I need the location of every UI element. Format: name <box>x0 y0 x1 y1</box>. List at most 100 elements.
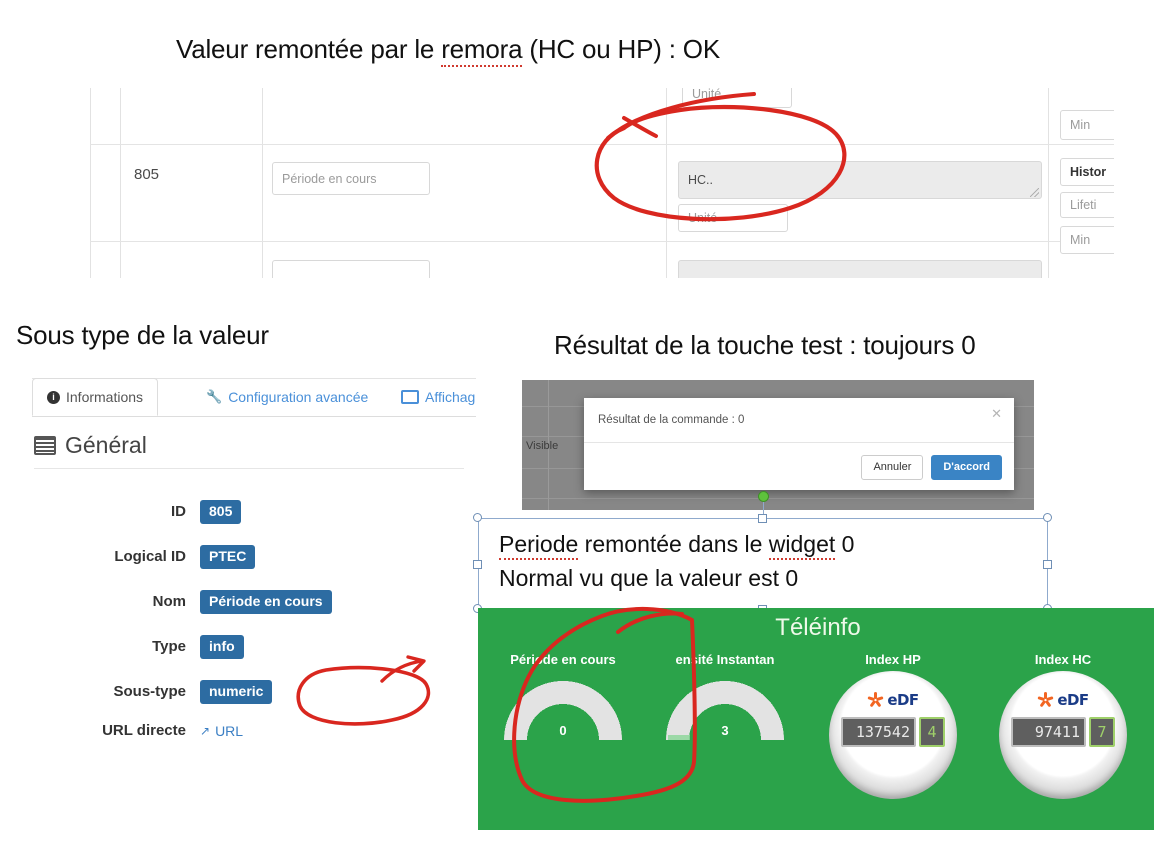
field-value-logical-id: PTEC <box>200 545 256 569</box>
edf-logo-hc: eDF <box>999 691 1127 709</box>
textbox-line-1-after: 0 <box>835 531 855 557</box>
edf-logo-hp: eDF <box>829 691 957 709</box>
tab-configuration-avancee-label: Configuration avancée <box>228 389 369 405</box>
unit-input[interactable]: Unité <box>678 204 788 232</box>
title-spellcheck-word: remora <box>441 34 523 67</box>
visible-label: Visible <box>526 440 559 452</box>
modal-bg-row-line-4 <box>522 498 1034 499</box>
jeedom-commands-table-screenshot: Unité Min 805 Période en cours HC.. Unit… <box>90 88 1114 278</box>
min-button[interactable]: Min <box>1060 226 1114 254</box>
teleinfo-column-intensite: ensité Instantan 3 <box>650 652 800 740</box>
table-column-divider-2 <box>262 88 263 278</box>
teleinfo-column-periode: Période en cours 0 <box>488 652 638 740</box>
teleinfo-label-index-hc: Index HC <box>1034 652 1092 667</box>
next-row-value-textarea[interactable] <box>678 260 1042 278</box>
gauge-periode-value: 0 <box>559 723 567 738</box>
field-value-sous-type: numeric <box>200 680 273 704</box>
field-value-id: 805 <box>200 500 242 524</box>
url-directe-link-label: URL <box>215 722 244 739</box>
field-label-type: Type <box>152 638 186 656</box>
lcd-display-hp: 137542 4 <box>841 717 945 747</box>
table-border-left <box>90 88 91 278</box>
modal-dialog: Résultat de la commande : 0 ✕ Annuler D'… <box>584 398 1014 490</box>
tab-affichage[interactable]: Affichag <box>387 378 476 416</box>
resize-handle-top-left[interactable] <box>473 513 482 522</box>
command-value-text: HC.. <box>688 173 713 187</box>
field-value-nom: Période en cours <box>200 590 332 614</box>
gauge-intensite-value: 3 <box>721 723 729 738</box>
modal-header: Résultat de la commande : 0 ✕ <box>584 398 1014 443</box>
table-row-divider-1 <box>90 144 1114 145</box>
tab-affichage-label: Affichag <box>425 389 476 405</box>
teleinfo-label-periode: Période en cours <box>510 652 616 667</box>
field-row-type: Type info <box>76 635 244 659</box>
wrench-icon: 🔧 <box>206 389 223 404</box>
field-label-id: ID <box>171 503 186 521</box>
table-column-divider-4 <box>1048 88 1049 278</box>
section-divider <box>34 468 464 469</box>
jeedom-info-panel-screenshot: i Informations 🔧 Configuration avancée A… <box>14 370 476 770</box>
meter-index-hp: eDF 137542 4 <box>829 671 957 799</box>
textarea-resize-handle-icon[interactable] <box>1030 188 1039 197</box>
cancel-button[interactable]: Annuler <box>861 454 924 480</box>
tab-informations[interactable]: i Informations <box>32 378 159 416</box>
command-id-cell: 805 <box>134 166 160 183</box>
resize-handle-top-right[interactable] <box>1043 513 1052 522</box>
modal-footer: Annuler D'accord <box>584 443 1014 491</box>
annotation-textbox[interactable]: Periode remontée dans le widget 0 Normal… <box>478 518 1048 611</box>
section-general-title: Général <box>34 432 147 459</box>
resize-handle-middle-left[interactable] <box>473 560 482 569</box>
command-name-input[interactable]: Période en cours <box>272 162 430 195</box>
external-link-icon: ↗ <box>200 723 211 738</box>
close-icon[interactable]: ✕ <box>991 406 1002 422</box>
historique-button[interactable]: Histor <box>1060 158 1114 186</box>
rotation-handle[interactable] <box>758 491 769 502</box>
teleinfo-label-intensite: ensité Instantan <box>675 652 775 667</box>
edf-wordmark-hp: eDF <box>887 691 919 709</box>
gauge-periode-en-cours: 0 <box>504 680 622 740</box>
lcd-digits-hc: 97411 <box>1011 717 1086 747</box>
slide-canvas: Valeur remontée par le remora (HC ou HP)… <box>0 0 1154 868</box>
teleinfo-widget-screenshot: Téléinfo Période en cours 0 ensité Insta… <box>478 608 1154 830</box>
info-circle-icon: i <box>47 390 60 404</box>
resize-handle-top-center[interactable] <box>758 514 767 523</box>
command-result-modal-screenshot: Visible Résultat de la commande : 0 ✕ An… <box>522 380 1034 510</box>
textbox-line-1-mid: remontée dans le <box>578 531 769 557</box>
textbox-spellcheck-word-1: Periode <box>499 531 579 560</box>
title-part-before: Valeur remontée par le <box>176 34 442 64</box>
field-label-nom: Nom <box>152 593 186 611</box>
teleinfo-label-index-hp: Index HP <box>865 652 921 667</box>
field-row-url-directe: URL directe ↗ URL <box>76 722 243 739</box>
edf-flower-icon <box>867 691 884 709</box>
panel-tabs: i Informations 🔧 Configuration avancée A… <box>32 378 476 417</box>
tab-configuration-avancee[interactable]: 🔧 Configuration avancée <box>192 378 382 416</box>
modal-title: Résultat de la commande : 0 <box>598 414 745 426</box>
list-icon <box>34 436 56 455</box>
lcd-last-digit-hp: 4 <box>919 717 945 747</box>
command-value-textarea[interactable]: HC.. <box>678 161 1042 199</box>
lcd-last-digit-hc: 7 <box>1089 717 1115 747</box>
next-row-name-input[interactable] <box>272 260 430 278</box>
subtitle-resultat: Résultat de la touche test : toujours 0 <box>554 330 976 360</box>
field-label-logical-id: Logical ID <box>114 548 186 566</box>
field-label-url-directe: URL directe <box>102 722 186 739</box>
monitor-icon <box>401 390 419 404</box>
min-button-above[interactable]: Min <box>1060 110 1114 140</box>
textbox-spellcheck-word-2: widget <box>768 531 836 560</box>
section-general-label: Général <box>65 432 147 458</box>
confirm-button[interactable]: D'accord <box>931 454 1002 480</box>
table-row-divider-2 <box>90 241 1114 242</box>
gauge-intensite-instantanee: 3 <box>666 680 784 740</box>
lcd-digits-hp: 137542 <box>841 717 916 747</box>
page-title: Valeur remontée par le remora (HC ou HP)… <box>176 34 720 67</box>
table-column-divider-1 <box>120 88 121 278</box>
resize-handle-middle-right[interactable] <box>1043 560 1052 569</box>
teleinfo-column-index-hc: Index HC eDF 97411 7 <box>988 652 1138 799</box>
field-row-logical-id: Logical ID PTEC <box>76 545 256 569</box>
tab-informations-label: Informations <box>66 389 144 405</box>
lifetime-button[interactable]: Lifeti <box>1060 192 1114 218</box>
textbox-line-1: Periode remontée dans le widget 0 <box>499 531 855 560</box>
url-directe-link[interactable]: ↗ URL <box>200 723 243 739</box>
lcd-display-hc: 97411 7 <box>1011 717 1115 747</box>
unit-input-above[interactable]: Unité <box>682 88 792 108</box>
